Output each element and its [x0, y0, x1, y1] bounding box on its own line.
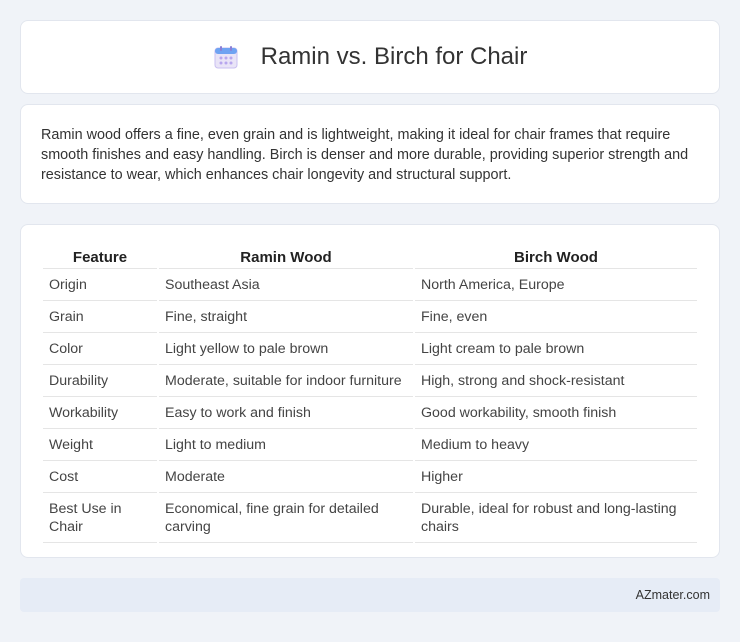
birch-cell: Durable, ideal for robust and long-lasti…: [415, 493, 697, 543]
feature-cell: Workability: [43, 397, 157, 429]
description-text: Ramin wood offers a fine, even grain and…: [41, 127, 689, 183]
description-card: Ramin wood offers a fine, even grain and…: [20, 104, 720, 204]
table-row: Color Light yellow to pale brown Light c…: [43, 333, 697, 365]
birch-cell: Fine, even: [415, 301, 697, 333]
table-row: Cost Moderate Higher: [43, 461, 697, 493]
table-header-row: Feature Ramin Wood Birch Wood: [43, 245, 697, 269]
ramin-cell: Economical, fine grain for detailed carv…: [159, 493, 413, 543]
comparison-table-card: Feature Ramin Wood Birch Wood Origin Sou…: [20, 224, 720, 558]
calendar-icon: [213, 44, 239, 70]
ramin-cell: Light yellow to pale brown: [159, 333, 413, 365]
feature-cell: Grain: [43, 301, 157, 333]
birch-cell: Medium to heavy: [415, 429, 697, 461]
table-row: Origin Southeast Asia North America, Eur…: [43, 269, 697, 301]
table-row: Durability Moderate, suitable for indoor…: [43, 365, 697, 397]
ramin-cell: Light to medium: [159, 429, 413, 461]
feature-cell: Best Use in Chair: [43, 493, 157, 543]
feature-cell: Durability: [43, 365, 157, 397]
header-feature: Feature: [43, 245, 157, 269]
ramin-cell: Moderate, suitable for indoor furniture: [159, 365, 413, 397]
footer-brand: AZmater.com: [635, 588, 710, 602]
birch-cell: Higher: [415, 461, 697, 493]
feature-cell: Weight: [43, 429, 157, 461]
birch-cell: High, strong and shock-resistant: [415, 365, 697, 397]
footer-bar: AZmater.com: [20, 578, 720, 612]
ramin-cell: Easy to work and finish: [159, 397, 413, 429]
ramin-cell: Southeast Asia: [159, 269, 413, 301]
page-title: Ramin vs. Birch for Chair: [260, 43, 528, 70]
birch-cell: North America, Europe: [415, 269, 697, 301]
feature-cell: Color: [43, 333, 157, 365]
header-ramin: Ramin Wood: [159, 245, 413, 269]
birch-cell: Light cream to pale brown: [415, 333, 697, 365]
table-row: Best Use in Chair Economical, fine grain…: [43, 493, 697, 543]
birch-cell: Good workability, smooth finish: [415, 397, 697, 429]
header-birch: Birch Wood: [415, 245, 697, 269]
feature-cell: Origin: [43, 269, 157, 301]
table-row: Grain Fine, straight Fine, even: [43, 301, 697, 333]
ramin-cell: Fine, straight: [159, 301, 413, 333]
table-row: Weight Light to medium Medium to heavy: [43, 429, 697, 461]
comparison-table: Feature Ramin Wood Birch Wood Origin Sou…: [41, 245, 699, 543]
table-row: Workability Easy to work and finish Good…: [43, 397, 697, 429]
feature-cell: Cost: [43, 461, 157, 493]
title-card: Ramin vs. Birch for Chair: [20, 20, 720, 94]
ramin-cell: Moderate: [159, 461, 413, 493]
